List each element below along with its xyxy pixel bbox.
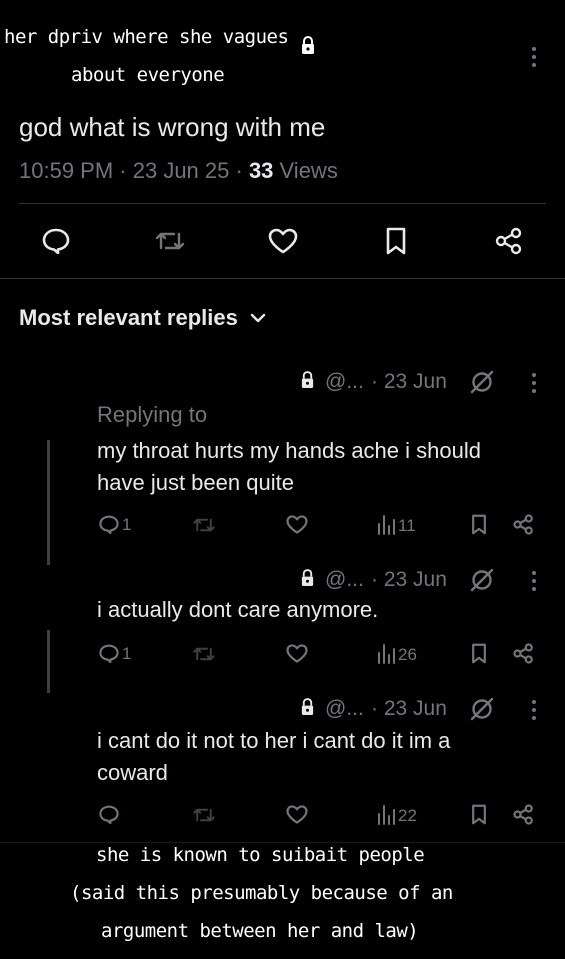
lock-icon bbox=[300, 698, 315, 715]
reply-icon[interactable] bbox=[99, 644, 119, 663]
views-count: 22 bbox=[398, 806, 417, 825]
replies-header-label: Most relevant replies bbox=[19, 305, 238, 330]
views-icon[interactable] bbox=[376, 804, 396, 826]
chevron-down-icon bbox=[250, 313, 266, 323]
retweet-icon[interactable] bbox=[192, 805, 216, 825]
separator: · bbox=[113, 158, 133, 183]
share-icon[interactable] bbox=[513, 804, 534, 825]
views-count: 11 bbox=[398, 516, 416, 535]
replying-to-label: Replying to bbox=[97, 402, 208, 427]
reply-text-line: coward bbox=[97, 760, 168, 785]
retweet-icon[interactable] bbox=[192, 515, 216, 535]
share-icon[interactable] bbox=[513, 514, 534, 535]
caption-top-line1: her dpriv where she vagues bbox=[4, 26, 289, 48]
bookmark-icon[interactable] bbox=[471, 804, 487, 825]
grok-icon[interactable] bbox=[469, 567, 495, 593]
caption-divider bbox=[0, 842, 565, 843]
reply-handle[interactable]: @... bbox=[325, 568, 364, 592]
caption-top-line2: about everyone bbox=[71, 64, 225, 86]
more-options-icon[interactable] bbox=[530, 46, 538, 68]
share-icon[interactable] bbox=[513, 643, 534, 664]
reply-text-line: i actually dont care anymore. bbox=[97, 597, 379, 622]
bookmark-icon[interactable] bbox=[471, 643, 487, 664]
views-label: Views bbox=[273, 158, 338, 183]
reply-date[interactable]: · 23 Jun bbox=[371, 370, 447, 394]
lock-icon bbox=[300, 569, 315, 586]
more-options-icon[interactable] bbox=[530, 570, 538, 592]
like-icon[interactable] bbox=[286, 805, 308, 824]
more-options-icon[interactable] bbox=[530, 699, 538, 721]
divider bbox=[0, 278, 565, 279]
lock-icon bbox=[300, 371, 315, 388]
reply-text-line: i cant do it not to her i cant do it im … bbox=[97, 728, 451, 753]
share-icon[interactable] bbox=[495, 227, 523, 255]
grok-icon[interactable] bbox=[469, 369, 495, 395]
caption-bottom-line2: (said this presumably because of an bbox=[70, 882, 453, 904]
reply-date[interactable]: · 23 Jun bbox=[371, 568, 447, 592]
thread-line bbox=[47, 630, 50, 693]
retweet-icon[interactable] bbox=[154, 228, 186, 254]
more-options-icon[interactable] bbox=[530, 372, 538, 394]
views-icon[interactable] bbox=[376, 514, 396, 536]
like-icon[interactable] bbox=[268, 228, 298, 254]
caption-bottom-line1: she is known to suibait people bbox=[96, 844, 425, 866]
reply-icon[interactable] bbox=[99, 805, 119, 824]
lock-icon bbox=[300, 36, 316, 54]
retweet-icon[interactable] bbox=[192, 644, 216, 664]
reply-count: 1 bbox=[122, 515, 132, 534]
replies-sort-dropdown[interactable]: Most relevant replies bbox=[19, 305, 266, 331]
reply-icon[interactable] bbox=[42, 228, 70, 254]
tweet-meta: 10:59 PM · 23 Jun 25 · 33 Views bbox=[19, 158, 338, 184]
bookmark-icon[interactable] bbox=[471, 514, 487, 535]
reply-date[interactable]: · 23 Jun bbox=[371, 697, 447, 721]
thread-line bbox=[47, 440, 50, 565]
separator: · bbox=[229, 158, 249, 183]
tweet-time[interactable]: 10:59 PM bbox=[19, 158, 113, 183]
reply-count: 1 bbox=[122, 644, 132, 663]
tweet-text: god what is wrong with me bbox=[19, 112, 326, 142]
bookmark-icon[interactable] bbox=[385, 227, 407, 255]
reply-text-line: my throat hurts my hands ache i should bbox=[97, 438, 481, 463]
like-icon[interactable] bbox=[286, 515, 308, 534]
tweet-date[interactable]: 23 Jun 25 bbox=[133, 158, 230, 183]
views-icon[interactable] bbox=[376, 643, 396, 665]
grok-icon[interactable] bbox=[469, 696, 495, 722]
reply-icon[interactable] bbox=[99, 515, 119, 534]
reply-text-line: have just been quite bbox=[97, 470, 294, 495]
like-icon[interactable] bbox=[286, 644, 308, 663]
views-count: 26 bbox=[398, 645, 417, 664]
divider bbox=[19, 203, 546, 204]
reply-handle[interactable]: @... bbox=[325, 370, 364, 394]
reply-handle[interactable]: @... bbox=[325, 697, 364, 721]
caption-bottom-line3: argument between her and law) bbox=[101, 920, 419, 942]
views-count: 33 bbox=[248, 158, 274, 183]
